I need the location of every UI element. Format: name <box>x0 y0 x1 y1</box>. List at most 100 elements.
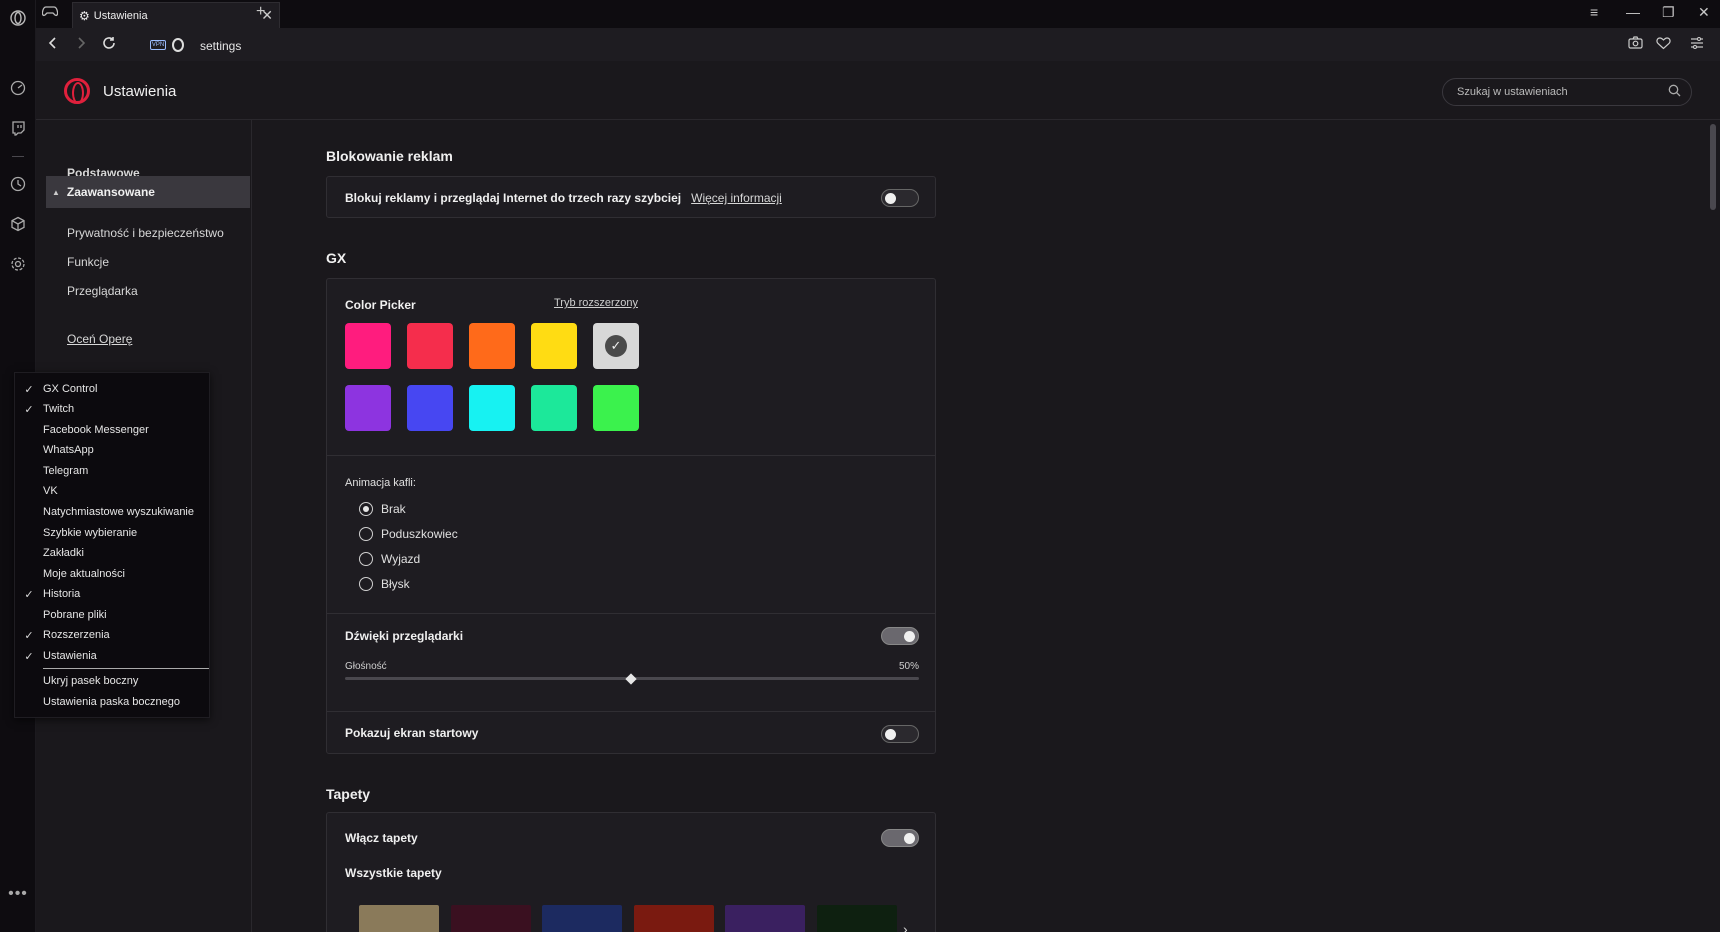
color-swatch-yellow[interactable] <box>531 323 577 369</box>
divider <box>327 455 935 456</box>
browser-sounds-toggle[interactable] <box>881 627 919 645</box>
menu-item-gx-control[interactable]: ✓ GX Control <box>15 379 211 399</box>
menu-item-label: Zakładki <box>43 547 84 559</box>
history-icon[interactable] <box>8 174 28 194</box>
radio-label: Błysk <box>381 577 410 591</box>
tab-menu-icon[interactable]: ≡ <box>1590 4 1598 20</box>
color-swatch-purple[interactable] <box>345 385 391 431</box>
nav-item-advanced-label: Zaawansowane <box>66 185 155 199</box>
extended-mode-link[interactable]: Tryb rozszerzony <box>554 297 638 309</box>
volume-slider-thumb[interactable] <box>625 673 637 685</box>
menu-item-vk[interactable]: VK <box>15 481 211 501</box>
back-button[interactable] <box>46 36 60 54</box>
menu-item-downloads[interactable]: Pobrane pliki <box>15 605 211 625</box>
enable-wallpapers-toggle[interactable] <box>881 829 919 847</box>
close-window-button[interactable]: ✕ <box>1698 4 1710 21</box>
more-options-icon[interactable]: ••• <box>8 884 28 904</box>
section-wallpapers-title: Tapety <box>326 786 371 802</box>
menu-item-facebook-messenger[interactable]: Facebook Messenger <box>15 420 211 440</box>
menu-item-bookmarks[interactable]: Zakładki <box>15 543 211 563</box>
extensions-icon[interactable] <box>8 214 28 234</box>
color-swatch-cyan[interactable] <box>469 385 515 431</box>
opera-menu-icon[interactable] <box>8 8 28 28</box>
menu-item-hide-sidebar[interactable]: Ukryj pasek boczny <box>15 671 211 691</box>
menu-item-label: Twitch <box>43 403 75 415</box>
menu-item-telegram[interactable]: Telegram <box>15 461 211 481</box>
radio-anim-slide[interactable]: Wyjazd <box>359 552 420 566</box>
wallpaper-thumb[interactable] <box>542 905 622 932</box>
page-scrollbar[interactable] <box>1710 124 1716 210</box>
radio-anim-none[interactable]: Brak <box>359 502 406 516</box>
menu-item-label: Szybkie wybieranie <box>43 527 138 539</box>
color-swatch-pink[interactable] <box>345 323 391 369</box>
nav-item-features[interactable]: Funkcje <box>67 255 109 269</box>
menu-item-history[interactable]: ✓ Historia <box>15 584 211 604</box>
color-swatch-gray-selected[interactable]: ✓ <box>593 323 639 369</box>
bookmark-heart-icon[interactable] <box>1656 36 1671 53</box>
snapshot-icon[interactable] <box>1628 36 1643 53</box>
minimize-button[interactable]: — <box>1626 4 1640 20</box>
tab-bar: ⚙ Ustawienia ✕ + ≡ — ❐ ✕ <box>36 0 1720 28</box>
radio-dot <box>359 577 373 591</box>
carousel-next-icon[interactable]: › <box>903 921 908 932</box>
menu-item-settings[interactable]: ✓ Ustawienia <box>15 646 211 666</box>
gx-control-icon[interactable] <box>8 78 28 98</box>
nav-item-browser[interactable]: Przeglądarka <box>67 284 138 298</box>
settings-gear-icon[interactable] <box>8 254 28 274</box>
startup-screen-toggle[interactable] <box>881 725 919 743</box>
menu-item-label: Historia <box>43 588 81 600</box>
more-info-link[interactable]: Więcej informacji <box>691 191 782 205</box>
tab-settings[interactable]: ⚙ Ustawienia ✕ <box>72 2 280 28</box>
url-text[interactable]: settings <box>200 39 241 53</box>
twitch-icon[interactable] <box>8 118 28 138</box>
menu-item-whatsapp[interactable]: WhatsApp <box>15 440 211 460</box>
search-input[interactable] <box>1457 86 1657 98</box>
color-swatch-red[interactable] <box>407 323 453 369</box>
easy-setup-icon[interactable] <box>1690 36 1704 53</box>
restore-button[interactable]: ❐ <box>1662 4 1675 21</box>
vpn-badge-icon[interactable]: VPN <box>150 40 166 50</box>
menu-item-label: Ukryj pasek boczny <box>43 675 139 687</box>
radio-dot <box>359 552 373 566</box>
adblock-toggle[interactable] <box>881 189 919 207</box>
nav-item-privacy[interactable]: Prywatność i bezpieczeństwo <box>67 226 224 240</box>
menu-item-speed-dial[interactable]: Szybkie wybieranie <box>15 523 211 543</box>
menu-item-label: Pobrane pliki <box>43 609 107 621</box>
wallpaper-thumb[interactable] <box>451 905 531 932</box>
wallpaper-thumb[interactable] <box>634 905 714 932</box>
nav-item-advanced[interactable]: ▲ Zaawansowane <box>46 176 250 208</box>
radio-dot <box>359 502 373 516</box>
wallpaper-thumb[interactable] <box>359 905 439 932</box>
settings-search[interactable] <box>1442 78 1692 106</box>
gx-card: Color Picker Tryb rozszerzony ✓ Animacja… <box>326 278 936 754</box>
gamepad-icon[interactable] <box>41 4 59 21</box>
menu-item-label: Facebook Messenger <box>43 424 149 436</box>
volume-label: Głośność <box>345 661 387 672</box>
menu-item-instant-search[interactable]: Natychmiastowe wyszukiwanie <box>15 502 211 522</box>
sidebar-divider <box>12 156 24 157</box>
site-info-icon[interactable] <box>172 38 184 52</box>
menu-item-extensions[interactable]: ✓ Rozszerzenia <box>15 625 211 645</box>
menu-item-label: WhatsApp <box>43 444 94 456</box>
color-swatch-teal[interactable] <box>531 385 577 431</box>
forward-button[interactable] <box>74 36 88 54</box>
search-icon[interactable] <box>1668 84 1681 100</box>
color-swatch-blue[interactable] <box>407 385 453 431</box>
color-swatch-orange[interactable] <box>469 323 515 369</box>
menu-item-twitch[interactable]: ✓ Twitch <box>15 399 211 419</box>
radio-anim-flash[interactable]: Błysk <box>359 577 410 591</box>
radio-anim-hovercraft[interactable]: Poduszkowiec <box>359 527 458 541</box>
menu-item-label: Moje aktualności <box>43 568 125 580</box>
reload-button[interactable] <box>102 36 116 54</box>
check-icon: ✓ <box>24 383 34 396</box>
new-tab-button[interactable]: + <box>256 3 265 21</box>
wallpaper-thumb[interactable] <box>817 905 897 932</box>
menu-item-my-news[interactable]: Moje aktualności <box>15 564 211 584</box>
rate-opera-link[interactable]: Oceń Operę <box>67 332 132 346</box>
divider <box>327 711 935 712</box>
radio-label: Poduszkowiec <box>381 527 458 541</box>
checkmark-icon: ✓ <box>605 335 627 357</box>
wallpaper-thumb[interactable] <box>725 905 805 932</box>
menu-item-sidebar-settings[interactable]: Ustawienia paska bocznego <box>15 692 211 712</box>
color-swatch-green[interactable] <box>593 385 639 431</box>
